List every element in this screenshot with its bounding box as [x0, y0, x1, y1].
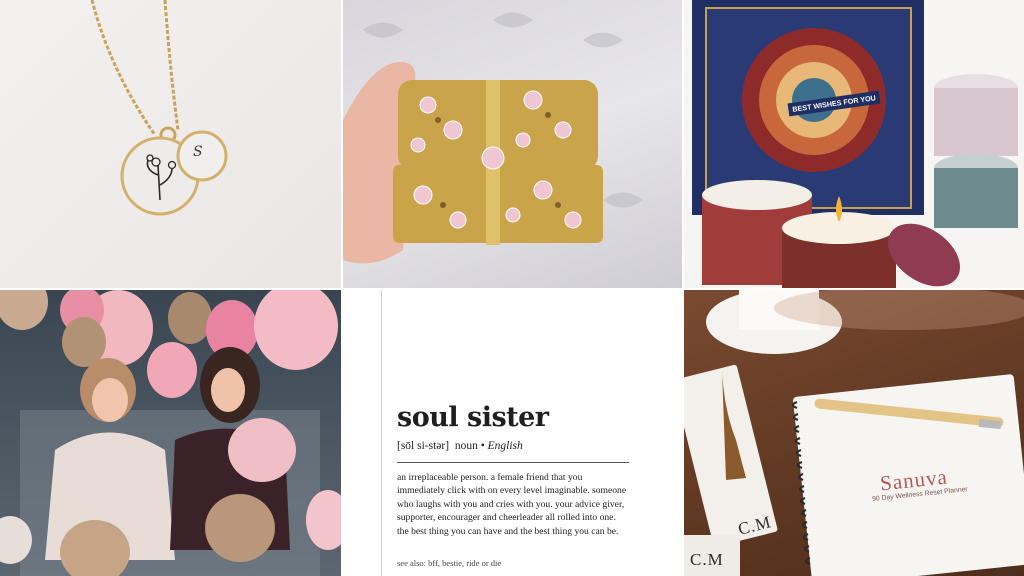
part-of-speech: noun [454, 440, 478, 452]
balloon-party-illustration [0, 290, 341, 576]
necklace-illustration [90, 0, 228, 216]
planner-photo: Sanuva 90 Day Wellness Reset Planner C.M… [684, 290, 1024, 576]
desk-initials: C.M [690, 550, 724, 569]
trinket-box-photo [343, 0, 682, 288]
definition-word: soul sister [397, 402, 549, 433]
candle-set-illustration [692, 0, 1018, 288]
pendant-initial: S [193, 144, 203, 160]
language: English [487, 440, 523, 452]
card-edge-line [381, 290, 382, 576]
definition-print: soul sister [sōl si-stər] noun • English… [343, 290, 682, 576]
definition-see-also: see also: bff, bestie, ride or die [397, 558, 502, 569]
definition-body: an irreplaceable person. a female friend… [397, 472, 627, 537]
definition-block: soul sister [sōl si-stər] noun • English… [397, 402, 629, 569]
trinket-box-illustration [343, 12, 643, 264]
candle-gift-set-photo: BEST WISHES FOR YOU [684, 0, 1024, 288]
necklace-photo: S [0, 0, 341, 288]
pronunciation: [sōl si-stər] [397, 440, 450, 452]
balloon-party-photo [0, 290, 341, 576]
planner-illustration [684, 290, 1024, 576]
definition-divider [397, 462, 629, 463]
definition-pronunciation-line: [sōl si-stər] noun • English [397, 440, 523, 452]
